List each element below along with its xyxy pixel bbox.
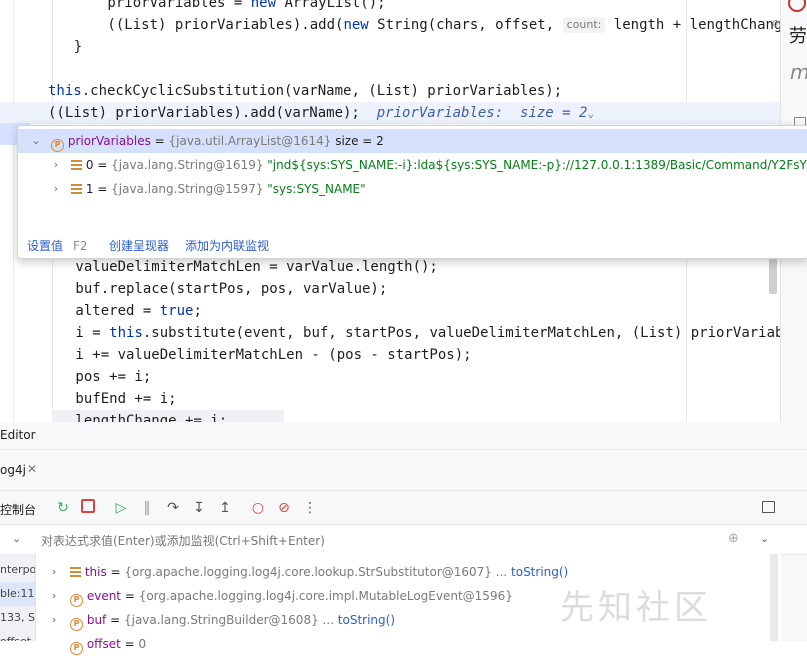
- side-glyph: 劳: [789, 26, 807, 47]
- pause-icon[interactable]: ‖: [137, 498, 157, 518]
- evaluate-bar: ⌄ 对表达式求值(Enter)或添加监视(Ctrl+Shift+Enter) ⊕…: [0, 526, 807, 555]
- code-line-10: i = this.substitute(event, buf, startPos…: [8, 325, 780, 341]
- frames-list: nterpo ble:11 133, St offset: [0, 554, 36, 641]
- chevron-down-icon[interactable]: ⌄: [28, 129, 44, 153]
- editor-scrollbar[interactable]: [769, 258, 777, 294]
- session-tab[interactable]: og4j: [0, 463, 26, 477]
- popup-root-row[interactable]: ⌄ P priorVariables = {java.util.ArrayLis…: [18, 129, 807, 153]
- code-line-9: altered = true;: [8, 303, 202, 319]
- code-line-3: }: [40, 39, 83, 55]
- field-icon: P: [51, 139, 64, 152]
- code-line-11: i += valueDelimiterMatchLen - (pos - sta…: [8, 347, 472, 363]
- close-icon[interactable]: ✕: [27, 462, 37, 476]
- chevron-down-icon[interactable]: ⌄: [12, 532, 21, 545]
- code-line-5: this.checkCyclicSubstitution(varName, (L…: [48, 83, 563, 99]
- variables-scrollbar[interactable]: [770, 554, 778, 641]
- side-glyph-2: m: [790, 60, 807, 84]
- stop-icon[interactable]: [78, 498, 98, 518]
- layout-icon[interactable]: [758, 498, 778, 518]
- parameter-icon: P: [70, 594, 83, 607]
- chevron-right-icon[interactable]: ›: [46, 584, 62, 608]
- create-renderer-link[interactable]: 创建呈现器: [109, 234, 169, 258]
- debugger-toolbar: 控制台 ↻ ▷ ‖ ↷ ↧ ↥ ○ ⊘ ⋮: [0, 494, 807, 525]
- step-over-icon[interactable]: ↷: [163, 498, 183, 518]
- variable-inspector-popup[interactable]: ⌄ P priorVariables = {java.util.ArrayLis…: [17, 125, 807, 259]
- object-icon: [70, 566, 81, 578]
- chevron-right-icon[interactable]: ›: [48, 153, 64, 177]
- code-line-8: buf.replace(startPos, pos, varValue);: [8, 281, 388, 297]
- variable-row[interactable]: P offset = 0: [40, 632, 780, 656]
- step-into-icon[interactable]: ↧: [189, 498, 209, 518]
- parameter-icon: P: [70, 618, 83, 631]
- add-inline-watch-link[interactable]: 添加为内联监视: [185, 234, 269, 258]
- evaluate-input[interactable]: 对表达式求值(Enter)或添加监视(Ctrl+Shift+Enter): [41, 532, 325, 549]
- rerun-icon[interactable]: ↻: [53, 498, 73, 518]
- chevron-down-icon[interactable]: ⌄: [760, 532, 769, 545]
- resume-icon[interactable]: ▷: [111, 498, 131, 518]
- more-options-icon[interactable]: ⋮: [300, 498, 320, 518]
- mute-breakpoints-icon[interactable]: ⊘: [274, 498, 294, 518]
- parameter-hint: count:: [562, 17, 606, 33]
- inline-debug-value[interactable]: priorVariables: size = 2: [377, 105, 588, 121]
- watermark: 先知社区: [560, 588, 712, 628]
- frame-item[interactable]: offset: [0, 630, 35, 641]
- code-line-2: ((List) priorVariables).add(new String(c…: [40, 17, 780, 33]
- alert-icon[interactable]: [788, 0, 806, 12]
- frame-item[interactable]: nterpo: [0, 558, 35, 582]
- console-tab[interactable]: 控制台: [0, 501, 36, 518]
- code-line-1: priorVariables = new ArrayList();: [40, 0, 386, 11]
- editor-tab-bar: Editor: [0, 422, 807, 450]
- set-value-link[interactable]: 设置值: [27, 234, 63, 258]
- frame-item[interactable]: 133, St: [0, 606, 35, 630]
- code-line-13: bufEnd += i;: [8, 391, 177, 407]
- chevron-right-icon[interactable]: ›: [46, 560, 62, 584]
- session-tab-bar: og4j ✕: [0, 450, 807, 491]
- array-element-icon: [71, 183, 82, 195]
- set-value-shortcut: F2: [73, 239, 88, 253]
- right-annotation: o: [772, 16, 779, 29]
- chevron-right-icon[interactable]: ›: [48, 177, 64, 201]
- code-line-12: pos += i;: [8, 369, 152, 385]
- code-line-6: ((List) priorVariables).add(varName); pr…: [48, 105, 595, 121]
- popup-footer: 设置值 F2 创建呈现器 添加为内联监视: [18, 234, 807, 258]
- view-breakpoints-icon[interactable]: ○: [248, 498, 268, 518]
- popup-child-row[interactable]: › 0 = {java.lang.String@1619} "jnd${sys:…: [18, 153, 807, 177]
- editor-tab[interactable]: Editor: [0, 428, 36, 442]
- frame-item[interactable]: ble:11: [0, 582, 35, 606]
- code-line-14: lengthChange += i;: [8, 413, 228, 422]
- chevron-right-icon[interactable]: ›: [46, 608, 62, 632]
- code-line-7: valueDelimiterMatchLen = varValue.length…: [8, 259, 438, 275]
- step-out-icon[interactable]: ↥: [215, 498, 235, 518]
- array-element-icon: [71, 159, 82, 171]
- popup-child-row[interactable]: › 1 = {java.lang.String@1597} "sys:SYS_N…: [18, 177, 807, 201]
- add-watch-icon[interactable]: ⊕: [728, 531, 739, 546]
- parameter-icon: P: [70, 642, 83, 655]
